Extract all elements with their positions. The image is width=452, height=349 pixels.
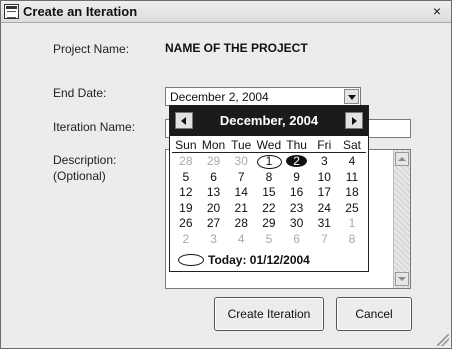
today-marker-icon	[178, 254, 204, 266]
calendar-day[interactable]: 22	[255, 201, 283, 217]
calendar-day[interactable]: 4	[338, 154, 366, 170]
calendar-day[interactable]: 5	[172, 170, 200, 186]
weekday-label: Thu	[286, 138, 307, 152]
calendar-day[interactable]: 30	[283, 216, 311, 232]
calendar-day[interactable]: 20	[200, 201, 228, 217]
calendar-day[interactable]: 6	[200, 170, 228, 186]
calendar-day[interactable]: 28	[227, 216, 255, 232]
calendar-day[interactable]: 3	[310, 154, 338, 170]
create-iteration-button[interactable]: Create Iteration	[214, 297, 324, 331]
calendar-day[interactable]: 8	[338, 232, 366, 248]
calendar-day[interactable]: 30	[227, 154, 255, 170]
description-scrollbar[interactable]	[393, 150, 410, 288]
calendar-day[interactable]: 29	[255, 216, 283, 232]
calendar-day[interactable]: 7	[227, 170, 255, 186]
calendar-day[interactable]: 18	[338, 185, 366, 201]
weekday-label: Wed	[256, 138, 282, 152]
iteration-name-label: Iteration Name:	[53, 120, 136, 134]
cancel-button[interactable]: Cancel	[336, 297, 412, 331]
calendar-day[interactable]: 2	[172, 232, 200, 248]
calendar-header: December, 2004	[170, 106, 368, 136]
title-bar[interactable]: Create an Iteration ×	[1, 1, 451, 23]
project-name-value: NAME OF THE PROJECT	[165, 41, 308, 55]
calendar-day[interactable]: 24	[310, 201, 338, 217]
calendar-day[interactable]: 1	[338, 216, 366, 232]
calendar-day[interactable]: 23	[283, 201, 311, 217]
dialog-window: Create an Iteration × Project Name: NAME…	[0, 0, 452, 349]
calendar-day[interactable]: 17	[310, 185, 338, 201]
calendar-day[interactable]: 4	[227, 232, 255, 248]
description-label: Description:	[53, 153, 117, 167]
arrow-right-icon[interactable]	[345, 112, 363, 129]
project-name-label: Project Name:	[53, 42, 130, 56]
calendar-day[interactable]: 9	[283, 170, 311, 186]
window-icon	[4, 4, 19, 19]
calendar-day[interactable]: 31	[310, 216, 338, 232]
calendar-day[interactable]: 6	[283, 232, 311, 248]
end-date-value: December 2, 2004	[170, 90, 269, 104]
weekday-label: Sun	[175, 138, 197, 152]
weekday-label: Mon	[201, 138, 226, 152]
calendar-day[interactable]: 13	[200, 185, 228, 201]
calendar-day[interactable]: 19	[172, 201, 200, 217]
arrow-left-icon[interactable]	[175, 112, 193, 129]
calendar-day[interactable]: 16	[283, 185, 311, 201]
scroll-down-icon[interactable]	[395, 272, 409, 286]
resize-grip-icon[interactable]	[437, 334, 449, 346]
weekday-label: Sat	[342, 138, 361, 152]
calendar-day[interactable]: 7	[310, 232, 338, 248]
weekday-label: Tue	[231, 138, 252, 152]
calendar-day[interactable]: 29	[200, 154, 228, 170]
calendar-day[interactable]: 28	[172, 154, 200, 170]
calendar-day[interactable]: 8	[255, 170, 283, 186]
calendar-today-link[interactable]: Today: 01/12/2004	[172, 251, 366, 269]
calendar-day-today[interactable]: 1	[255, 154, 283, 170]
window-title: Create an Iteration	[23, 4, 138, 19]
calendar-today-label: Today: 01/12/2004	[208, 253, 310, 267]
calendar-day[interactable]: 14	[227, 185, 255, 201]
calendar-weekday-row: Sun Mon Tue Wed Thu Fri Sat	[172, 138, 366, 153]
calendar-month-label: December, 2004	[219, 113, 319, 128]
chevron-down-icon[interactable]	[344, 89, 359, 104]
calendar-day[interactable]: 12	[172, 185, 200, 201]
calendar-day[interactable]: 26	[172, 216, 200, 232]
calendar-day[interactable]: 21	[227, 201, 255, 217]
description-optional-label: (Optional)	[53, 169, 106, 183]
calendar-day[interactable]: 3	[200, 232, 228, 248]
weekday-label: Fri	[317, 138, 332, 152]
calendar-day[interactable]: 11	[338, 170, 366, 186]
scroll-up-icon[interactable]	[395, 152, 409, 166]
close-icon[interactable]: ×	[429, 3, 445, 19]
calendar-day-selected[interactable]: 2	[283, 154, 311, 170]
calendar-day[interactable]: 27	[200, 216, 228, 232]
calendar-day[interactable]: 15	[255, 185, 283, 201]
end-date-label: End Date:	[53, 86, 107, 100]
calendar-day[interactable]: 5	[255, 232, 283, 248]
calendar-day[interactable]: 10	[310, 170, 338, 186]
date-picker-calendar[interactable]: December, 2004 Sun Mon Tue Wed Thu Fri S…	[169, 105, 369, 272]
end-date-picker[interactable]: December 2, 2004	[165, 87, 361, 106]
calendar-day-grid: 28 29 30 1 2 3 4 5 6 7 8 9 10 11 12 13 1…	[172, 154, 366, 247]
calendar-day[interactable]: 25	[338, 201, 366, 217]
